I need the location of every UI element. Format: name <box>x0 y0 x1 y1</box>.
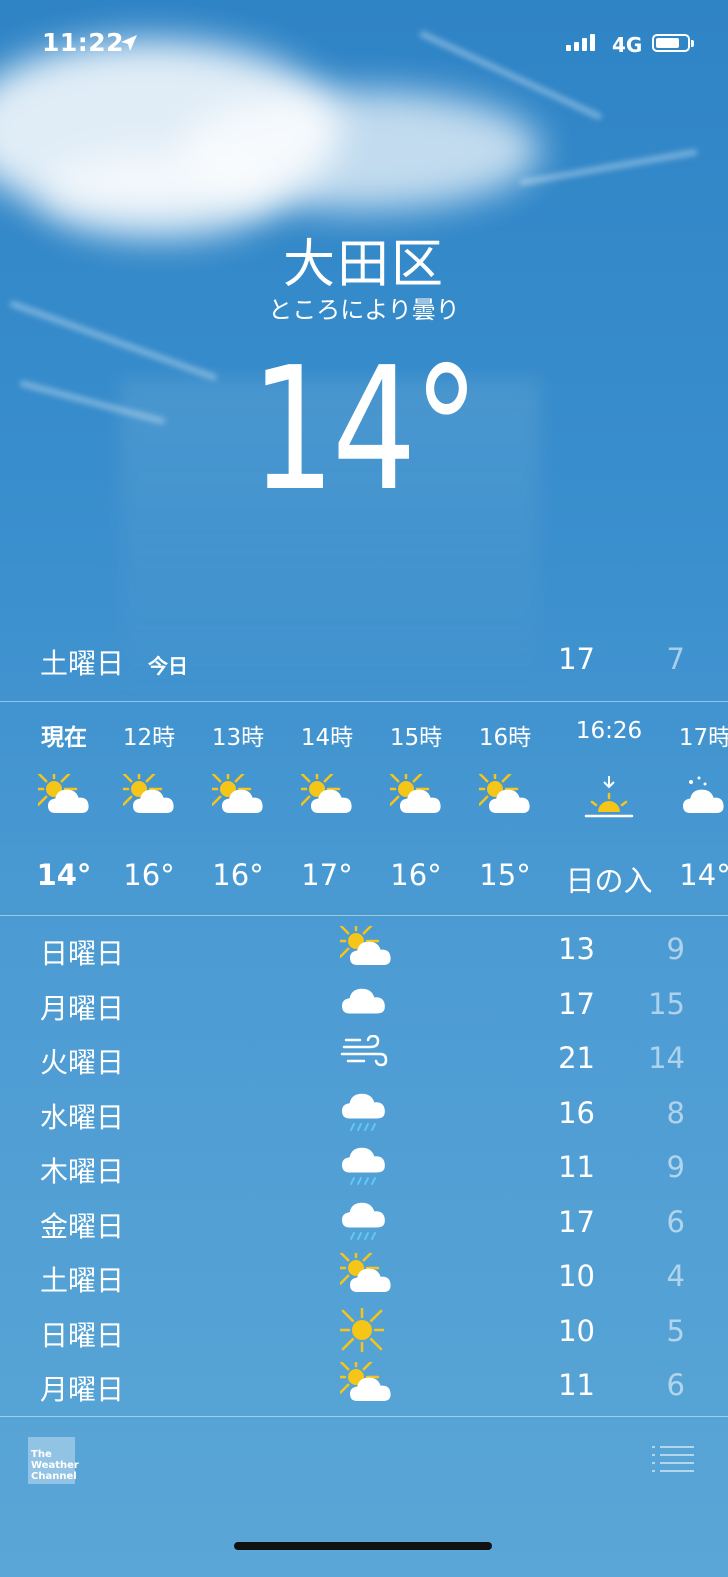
day-name: 火曜日 <box>40 1046 125 1079</box>
hour-label: 14時 <box>300 725 354 751</box>
daily-row: 木曜日 11 9 <box>0 1140 728 1194</box>
list-icon[interactable] <box>652 1444 694 1474</box>
hour-temperature: 16° <box>212 858 264 892</box>
city-name: 大田区 <box>282 235 445 295</box>
day-low: 8 <box>666 1095 685 1130</box>
day-name: 木曜日 <box>40 1155 125 1188</box>
network-type: 4G <box>612 33 643 57</box>
day-low: 9 <box>666 1150 685 1184</box>
day-low: 6 <box>666 1368 685 1402</box>
divider <box>0 1416 728 1417</box>
day-name: 日曜日 <box>40 1318 125 1352</box>
hourly-item: 現在 14° <box>19 702 109 915</box>
day-low: 9 <box>666 932 685 966</box>
day-high: 11 <box>558 1368 595 1402</box>
hour-label: 現在 <box>41 725 87 751</box>
status-time: 11:22 <box>42 28 125 57</box>
cloud-icon <box>340 981 388 1025</box>
day-high: 11 <box>558 1150 595 1184</box>
partly-cloudy-night-icon <box>679 774 728 822</box>
hour-temperature: 15° <box>479 858 531 892</box>
day-high: 21 <box>558 1041 595 1075</box>
rain-icon <box>340 1144 388 1192</box>
sunset-icon <box>584 774 634 826</box>
day-low: 15 <box>648 986 685 1021</box>
hourly-item: 16時 15° <box>460 702 550 915</box>
today-low: 7 <box>666 642 685 676</box>
weather-channel-logo[interactable]: The Weather Channel <box>28 1437 79 1484</box>
day-name: 水曜日 <box>40 1100 125 1134</box>
daily-row: 金曜日 17 6 <box>0 1195 728 1249</box>
hour-temperature: 17° <box>301 858 353 892</box>
hourly-item: 12時 16° <box>104 702 194 915</box>
partly-sunny-icon <box>332 1353 392 1410</box>
hour-label: 16時 <box>478 725 532 751</box>
day-high: 13 <box>558 932 595 966</box>
day-low: 5 <box>666 1313 685 1348</box>
today-row: 土曜日 今日 17 7 <box>0 632 728 692</box>
hour-temperature: 16° <box>390 858 442 892</box>
day-high: 16 <box>558 1095 595 1130</box>
partly-sunny-icon <box>332 1244 392 1301</box>
day-low: 4 <box>666 1259 685 1293</box>
day-low: 6 <box>666 1204 685 1239</box>
hour-label: 12時 <box>122 725 176 751</box>
today-high: 17 <box>558 642 595 676</box>
current-temperature: 14° <box>251 331 480 529</box>
hour-label: 13時 <box>211 725 265 751</box>
hourly-item: 17時 14° <box>660 702 728 915</box>
wind-icon <box>340 1034 388 1075</box>
divider <box>0 915 728 916</box>
hour-temperature: 14° <box>679 858 728 892</box>
partly-sunny-icon <box>382 765 442 822</box>
partly-sunny-icon <box>30 765 90 822</box>
today-day: 土曜日 <box>40 647 125 680</box>
daily-row: 日曜日 13 9 <box>0 917 728 976</box>
partly-sunny-icon <box>293 765 353 822</box>
rain-icon <box>340 1199 388 1247</box>
day-name: 月曜日 <box>40 991 125 1025</box>
daily-row: 日曜日 10 5 <box>0 1301 728 1358</box>
hourly-item: 16:26 日の入 <box>564 702 654 915</box>
hour-temperature: 日の入 <box>565 864 653 898</box>
hour-temperature: 16° <box>123 858 175 892</box>
battery-icon <box>652 34 694 52</box>
cellular-signal-icon <box>566 34 595 51</box>
hour-label: 16:26 <box>575 718 643 744</box>
status-bar: 11:22 4G <box>0 0 728 90</box>
hour-label: 15時 <box>389 725 443 751</box>
day-high: 17 <box>558 986 595 1021</box>
partly-sunny-icon <box>204 765 264 822</box>
today-label: 今日 <box>148 654 188 678</box>
hour-temperature: 14° <box>36 858 92 892</box>
hour-label: 17時 <box>678 725 728 751</box>
weather-condition: ところにより曇り <box>268 296 460 324</box>
location-arrow-icon <box>121 35 137 51</box>
hourly-item: 14時 17° <box>282 702 372 915</box>
partly-sunny-icon <box>332 917 392 974</box>
daily-row: 月曜日 17 15 <box>0 977 728 1031</box>
hourly-item: 13時 16° <box>193 702 283 915</box>
day-high: 10 <box>558 1259 595 1293</box>
daily-row: 月曜日 11 6 <box>0 1353 728 1412</box>
day-name: 土曜日 <box>40 1264 125 1297</box>
hourly-item: 15時 16° <box>371 702 461 915</box>
rain-icon <box>340 1090 388 1138</box>
sun-icon <box>333 1301 391 1358</box>
home-indicator[interactable] <box>234 1542 492 1550</box>
day-high: 10 <box>558 1313 595 1348</box>
daily-row: 火曜日 21 14 <box>0 1031 728 1085</box>
day-name: 金曜日 <box>40 1209 125 1243</box>
daily-row: 土曜日 10 4 <box>0 1244 728 1303</box>
day-low: 14 <box>648 1041 685 1075</box>
hourly-forecast[interactable]: 現在 14° 12時 16° 13時 16° 14時 17° 15時 16° 1… <box>0 702 728 915</box>
daily-row: 水曜日 16 8 <box>0 1086 728 1140</box>
day-name: 月曜日 <box>40 1373 125 1406</box>
day-name: 日曜日 <box>40 937 125 970</box>
partly-sunny-icon <box>115 765 175 822</box>
partly-sunny-icon <box>471 765 531 822</box>
day-high: 17 <box>558 1204 595 1239</box>
